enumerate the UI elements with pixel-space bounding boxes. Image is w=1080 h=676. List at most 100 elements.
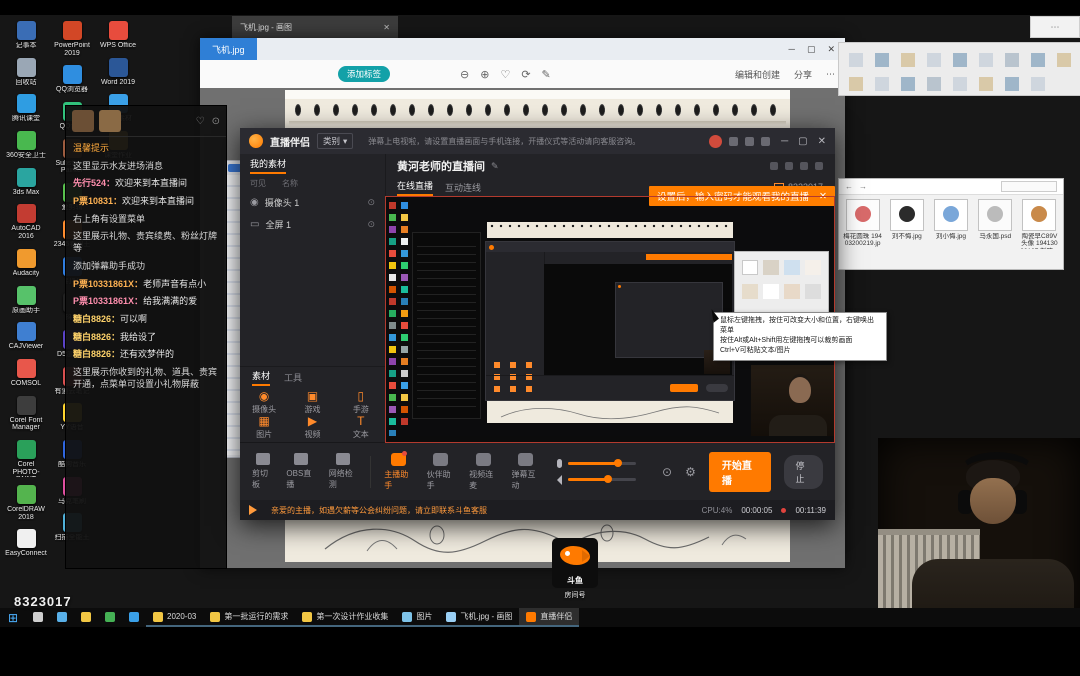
minimize-icon[interactable]: ─	[781, 136, 788, 147]
add-source-button[interactable]: ▣ 游戏	[288, 390, 336, 415]
maximize-icon[interactable]: ▢	[798, 136, 807, 147]
assistant-tab[interactable]: 视频连麦	[469, 453, 497, 491]
zoom-out-icon[interactable]: ⊖	[460, 68, 469, 81]
toolbar-button[interactable]: 网络检测	[329, 453, 358, 490]
favorite-icon[interactable]: ♡	[500, 68, 510, 81]
speaker-icon[interactable]	[557, 475, 562, 485]
assistant-tab[interactable]: 伙伴助手	[427, 453, 455, 491]
start-live-button[interactable]: 开始直播	[709, 452, 772, 492]
visibility-eye-icon[interactable]: ⊙	[367, 219, 375, 230]
back-icon[interactable]: ←	[845, 182, 853, 191]
speaker-volume-slider[interactable]	[568, 478, 636, 481]
add-source-button[interactable]: ▯ 手游	[337, 390, 385, 415]
desktop-icon[interactable]: Corel Font Manager	[4, 396, 48, 432]
gift-thumbnail[interactable]	[72, 110, 94, 132]
heart-icon[interactable]: ♡	[196, 116, 205, 127]
monitor-icon[interactable]	[785, 162, 793, 170]
taskbar-button[interactable]: 第一次设计作业收集	[295, 608, 395, 627]
close-icon[interactable]: ✕	[383, 23, 390, 32]
desktop-icon[interactable]: QQ浏览器	[50, 65, 94, 94]
taskbar-button[interactable]: 飞机.jpg - 画图	[439, 608, 519, 627]
tab-online-live[interactable]: 在线直播	[397, 179, 433, 196]
webcam-window[interactable]	[878, 438, 1080, 627]
source-row[interactable]: ◉ 摄像头 1 ⊙	[240, 191, 385, 213]
tab-materials[interactable]: 素材	[252, 369, 270, 386]
file-item[interactable]: 刘小悔.jpg	[931, 199, 970, 249]
desktop-icon[interactable]: Word 2019	[96, 58, 140, 87]
add-source-button[interactable]: ▶ 视频	[288, 415, 336, 440]
stop-button[interactable]: 停止	[784, 455, 823, 489]
close-icon[interactable]: ✕	[818, 136, 826, 147]
start-button[interactable]: ⊞	[0, 608, 26, 627]
lock-icon[interactable]	[770, 162, 778, 170]
tab-tools[interactable]: 工具	[284, 371, 302, 384]
share-icon[interactable]	[815, 162, 823, 170]
desktop-icon[interactable]: CorelDRAW 2018	[4, 485, 48, 521]
desktop-icon[interactable]: 回收站	[4, 58, 48, 87]
taskbar-button[interactable]	[26, 608, 50, 627]
category-dropdown[interactable]: 类别▾	[317, 133, 353, 149]
desktop-icon[interactable]: WPS Office	[96, 21, 140, 50]
desktop-icon[interactable]: Audacity	[4, 249, 48, 278]
add-tag-button[interactable]: 添加标签	[338, 66, 390, 82]
search-input[interactable]	[1001, 181, 1057, 192]
file-item[interactable]: 马永国.psd	[976, 199, 1015, 249]
add-source-button[interactable]: ▦ 图片	[240, 415, 288, 440]
minimize-icon[interactable]: ─	[789, 44, 795, 55]
desktop-icon[interactable]: AutoCAD 2016	[4, 204, 48, 240]
file-item[interactable]: 梅花圆珠 19403200219.jpg	[843, 199, 882, 249]
rotate-icon[interactable]: ⟳	[521, 68, 530, 81]
taskbar-button[interactable]: 直播伴侣	[519, 608, 579, 627]
assistant-tab[interactable]: 弹幕互动	[512, 453, 540, 491]
mini-folder-window[interactable]	[838, 42, 1080, 96]
annotate-icon[interactable]: ✎	[542, 68, 551, 81]
bell-icon[interactable]	[800, 162, 808, 170]
desktop-icon[interactable]: Corel PHOTO-PAINT	[4, 440, 48, 477]
taskbar-button[interactable]	[74, 608, 98, 627]
taskbar-button[interactable]: 第一批运行的需求	[203, 608, 295, 627]
zoom-in-icon[interactable]: ⊕	[480, 68, 489, 81]
stream-titlebar[interactable]: 直播伴侣 类别▾ 弹幕上电视啦，请设置直播画面与手机连接，开播仪式等活动请向客服…	[240, 128, 835, 154]
file-item[interactable]: 刘不悔.jpg	[887, 199, 926, 249]
desktop-icon[interactable]: PowerPoint 2019	[50, 21, 94, 57]
taskbar-button[interactable]: 2020-03	[146, 608, 203, 627]
tab-my-materials[interactable]: 我的素材	[250, 157, 286, 174]
desktop-icon[interactable]: 记事本	[4, 21, 48, 50]
desktop-icon[interactable]: 原画助手	[4, 286, 48, 315]
desktop-icon[interactable]: EasyConnect	[4, 529, 48, 558]
grid-icon[interactable]	[729, 137, 738, 146]
mic-volume-slider[interactable]	[568, 462, 636, 465]
close-icon[interactable]: ✕	[827, 44, 835, 55]
paint-window-titlebar[interactable]: 飞机.jpg - 画图 ✕	[232, 16, 398, 38]
floating-toolbar-chip[interactable]: ⋯	[1030, 16, 1080, 38]
forward-icon[interactable]: →	[859, 182, 867, 191]
toolbar-button[interactable]: OBS直播	[286, 453, 315, 490]
desktop-icon[interactable]: 360安全卫士	[4, 131, 48, 160]
taskbar-button[interactable]	[122, 608, 146, 627]
share-button[interactable]: 分享	[794, 68, 812, 81]
gift-thumbnail[interactable]	[99, 110, 121, 132]
add-source-button[interactable]: T 文本	[337, 415, 385, 440]
monitor-icon[interactable]	[745, 137, 754, 146]
assistant-tab[interactable]: 主播助手	[384, 453, 412, 491]
taskbar-button[interactable]	[98, 608, 122, 627]
more-icon[interactable]: ⋯	[826, 69, 835, 80]
taskbar-button[interactable]: 图片	[395, 608, 439, 627]
preview-eye-icon[interactable]: ⊙	[662, 465, 672, 479]
viewers-icon[interactable]: ⊙	[212, 116, 220, 127]
desktop-icon[interactable]: 3ds Max	[4, 168, 48, 197]
maximize-icon[interactable]: ▢	[807, 44, 816, 55]
more-icon[interactable]: ⋯	[1051, 22, 1060, 33]
edit-create-button[interactable]: 编辑和创建	[735, 68, 780, 81]
source-row[interactable]: ▭ 全屏 1 ⊙	[240, 213, 385, 235]
microphone-icon[interactable]	[557, 459, 562, 468]
file-item[interactable]: 陶瓷早C89V头像 19413030107 刘晓.png	[1020, 199, 1059, 249]
gear-icon[interactable]: ⚙	[685, 465, 696, 479]
visibility-eye-icon[interactable]: ⊙	[367, 197, 375, 208]
avatar[interactable]	[709, 135, 722, 148]
desktop-icon[interactable]: 腾讯课堂	[4, 94, 48, 123]
tab-interactive[interactable]: 互动连线	[445, 181, 481, 194]
edit-pencil-icon[interactable]: ✎	[491, 161, 499, 172]
filter-icon[interactable]	[761, 137, 770, 146]
add-source-button[interactable]: ◉ 摄像头	[240, 390, 288, 415]
